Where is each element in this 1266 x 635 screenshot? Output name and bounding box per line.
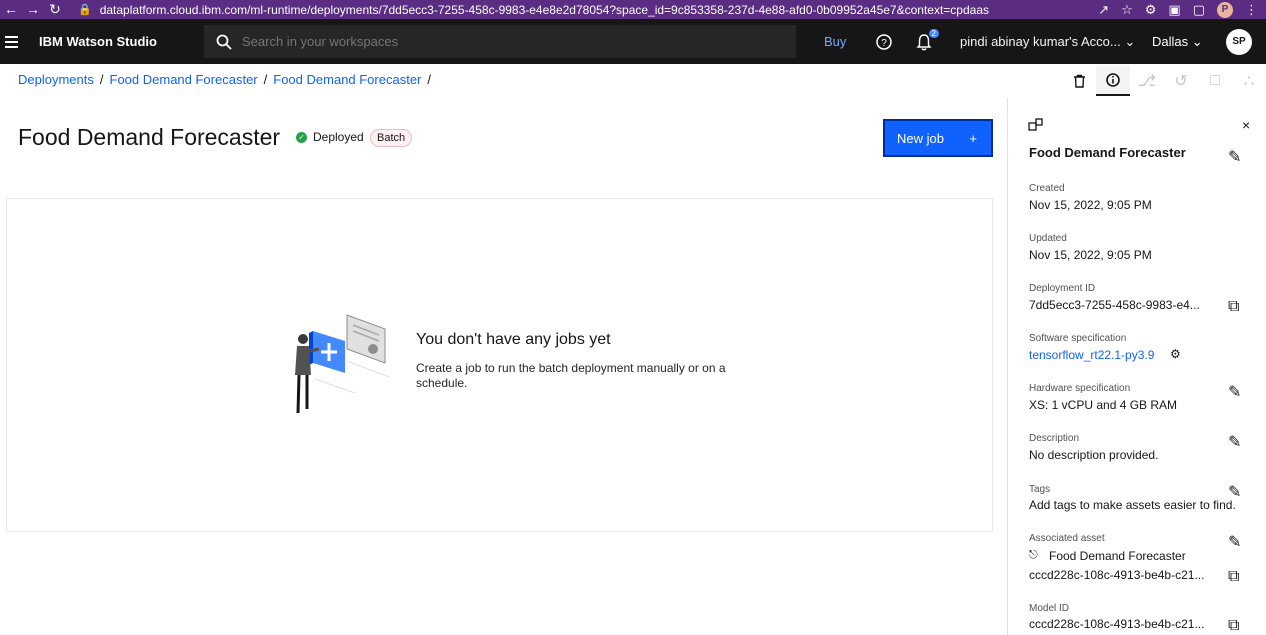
copy-icon[interactable]: ⧉ (1228, 617, 1239, 635)
associated-asset-name[interactable]: Food Demand Forecaster (1049, 549, 1186, 563)
copy-icon[interactable]: ⧉ (1228, 568, 1239, 586)
tags-value: Add tags to make assets easier to find. (1029, 498, 1236, 512)
notification-badge: 2 (928, 28, 939, 38)
model-id-label: Model ID (1029, 603, 1070, 614)
breadcrumb-deployment[interactable]: Food Demand Forecaster (273, 72, 421, 87)
puzzle-icon[interactable]: ▣ (1168, 2, 1180, 18)
empty-state-heading: You don't have any jobs yet (416, 331, 611, 348)
window-icon[interactable]: ▢ (1193, 2, 1205, 18)
close-icon[interactable]: × (1242, 117, 1250, 133)
reload-icon[interactable]: ↻ (44, 0, 66, 19)
created-value: Nov 15, 2022, 9:05 PM (1029, 198, 1152, 212)
chevron-down-icon: ⌄ (1191, 33, 1203, 49)
forward-icon[interactable]: → (22, 0, 44, 19)
jobs-empty-state: You don't have any jobs yet Create a job… (6, 198, 993, 532)
app-name: IBM Watson Studio (39, 34, 157, 49)
region-name: Dallas (1152, 33, 1189, 49)
edit-asset-icon[interactable]: ✎ (1228, 532, 1241, 552)
history-tab[interactable]: ↺ (1164, 66, 1198, 96)
panel-title: Food Demand Forecaster (1029, 145, 1186, 160)
deployment-toolbar: ⎇ ↺ □ ∴ (1062, 66, 1266, 96)
settings-icon[interactable]: ⚙ (1170, 347, 1181, 361)
help-button[interactable]: ? (864, 33, 904, 50)
star-icon[interactable]: ☆ (1121, 2, 1133, 18)
new-job-button[interactable]: New job + (883, 119, 993, 157)
model-icon: ⎋ (1029, 549, 1038, 561)
breadcrumb-deployments[interactable]: Deployments (18, 72, 94, 87)
url-text: dataplatform.cloud.ibm.com/ml-runtime/de… (99, 2, 989, 17)
search-input[interactable] (242, 34, 762, 49)
delete-button[interactable] (1062, 66, 1096, 96)
trash-icon (1073, 74, 1085, 88)
software-spec-label: Software specification (1029, 333, 1127, 344)
flow-icon: ⎇ (1137, 73, 1157, 90)
hardware-spec-label: Hardware specification (1029, 383, 1131, 394)
comments-tab[interactable]: □ (1198, 66, 1232, 96)
chevron-down-icon: ⌄ (1124, 33, 1136, 49)
settings-tab[interactable]: ∴ (1232, 66, 1266, 96)
lineage-tab[interactable]: ⎇ (1130, 66, 1164, 96)
browser-bar: ← → ↻ 🔒 dataplatform.cloud.ibm.com/ml-ru… (0, 0, 1266, 19)
status-text: Deployed (313, 130, 364, 144)
deployment-icon (1028, 118, 1043, 131)
hamburger-menu-icon[interactable] (5, 35, 31, 48)
buy-link[interactable]: Buy (824, 34, 864, 49)
address-bar[interactable]: 🔒 dataplatform.cloud.ibm.com/ml-runtime/… (78, 3, 1038, 17)
extension-icon[interactable]: ⚙ (1145, 2, 1157, 18)
lock-icon: 🔒 (78, 4, 92, 16)
plus-icon: + (969, 130, 977, 146)
deployment-id-label: Deployment ID (1029, 283, 1096, 294)
new-job-label: New job (897, 130, 944, 146)
info-icon (1106, 73, 1120, 87)
created-label: Created (1029, 183, 1065, 194)
search-icon (216, 34, 232, 50)
edit-name-icon[interactable]: ✎ (1228, 147, 1241, 167)
updated-value: Nov 15, 2022, 9:05 PM (1029, 248, 1152, 262)
status-badge: ✓ Deployed (296, 130, 364, 144)
group-icon: ∴ (1243, 73, 1255, 90)
account-name: pindi abinay kumar's Acco... (960, 33, 1121, 49)
account-switcher[interactable]: pindi abinay kumar's Acco... ⌄ (960, 34, 1140, 50)
search-box[interactable] (204, 25, 796, 58)
associated-asset-id: cccd228c-108c-4913-be4b-c21... (1029, 568, 1205, 582)
back-icon[interactable]: ← (0, 0, 22, 19)
breadcrumb: Deployments / Food Demand Forecaster / F… (18, 72, 431, 87)
info-tab[interactable] (1096, 66, 1130, 96)
message-icon: □ (1210, 72, 1220, 89)
updated-label: Updated (1029, 233, 1067, 244)
avatar[interactable]: SP (1226, 28, 1252, 55)
page-title: Food Demand Forecaster (18, 124, 281, 150)
model-id-value: cccd228c-108c-4913-be4b-c21... (1029, 617, 1205, 631)
edit-tags-icon[interactable]: ✎ (1228, 482, 1241, 502)
app-header: IBM Watson Studio Buy ? 2 pindi abinay k… (0, 19, 1266, 64)
region-switcher[interactable]: Dallas ⌄ (1152, 34, 1222, 50)
breadcrumb-space[interactable]: Food Demand Forecaster (110, 72, 258, 87)
batch-tag: Batch (370, 129, 413, 147)
browser-profile-avatar[interactable]: P (1217, 1, 1233, 18)
history-icon: ↺ (1174, 73, 1188, 90)
copy-icon[interactable]: ⧉ (1228, 298, 1239, 316)
help-icon: ? (876, 33, 892, 50)
notification-button[interactable]: 2 (904, 28, 944, 51)
browser-menu-icon[interactable]: ⋮ (1245, 2, 1258, 18)
share-icon[interactable]: ↗ (1098, 2, 1109, 18)
hardware-spec-value: XS: 1 vCPU and 4 GB RAM (1029, 398, 1178, 412)
deployment-info-panel: × Food Demand Forecaster ✎ Created Nov 1… (1007, 98, 1266, 635)
empty-jobs-illustration (295, 314, 390, 414)
breadcrumb-separator: / (427, 72, 431, 87)
edit-description-icon[interactable]: ✎ (1228, 432, 1241, 452)
description-value: No description provided. (1029, 448, 1159, 462)
breadcrumb-separator: / (263, 72, 268, 87)
check-icon: ✓ (296, 131, 307, 143)
associated-asset-label: Associated asset (1029, 533, 1105, 544)
software-spec-link[interactable]: tensorflow_rt22.1-py3.9 (1029, 348, 1154, 362)
svg-text:?: ? (881, 38, 887, 49)
description-label: Description (1029, 433, 1080, 444)
empty-state-text: Create a job to run the batch deployment… (416, 361, 726, 390)
tags-label: Tags (1029, 484, 1051, 495)
breadcrumb-separator: / (99, 72, 104, 87)
deployment-id-value: 7dd5ecc3-7255-458c-9983-e4... (1029, 298, 1200, 312)
edit-hardware-icon[interactable]: ✎ (1228, 382, 1241, 402)
